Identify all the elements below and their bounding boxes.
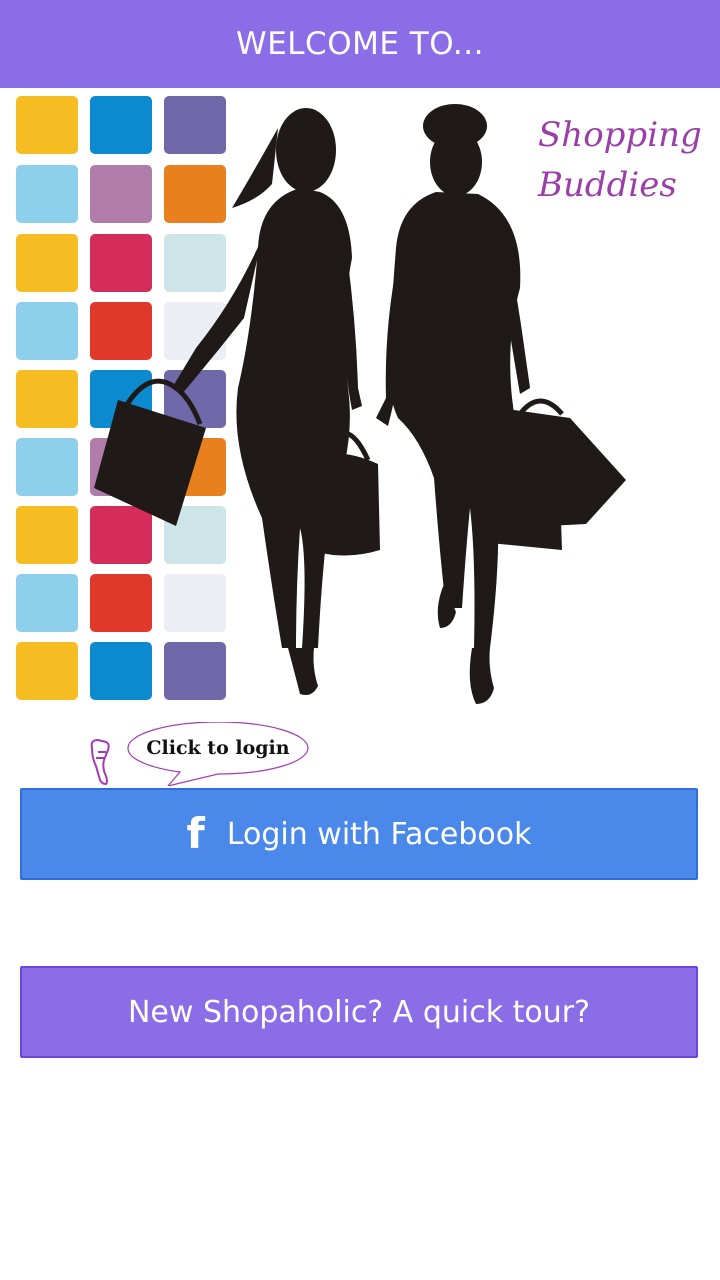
app-bar-title: WELCOME TO...: [236, 26, 484, 62]
login-hint-text: Click to login: [146, 737, 290, 759]
logo-line1: Shopping: [538, 115, 702, 155]
app-bar: WELCOME TO...: [0, 0, 720, 88]
color-tile-grid: [16, 96, 226, 700]
login-facebook-label: Login with Facebook: [226, 816, 532, 852]
app-logo: Shopping Buddies: [537, 115, 702, 205]
facebook-icon: f: [186, 809, 205, 858]
hero-illustration: Shopping Buddies: [16, 96, 702, 704]
quick-tour-button[interactable]: New Shopaholic? A quick tour?: [20, 966, 698, 1058]
pointing-hand-icon: [90, 738, 110, 786]
logo-line2: Buddies: [537, 165, 677, 205]
quick-tour-label: New Shopaholic? A quick tour?: [127, 994, 591, 1030]
login-hint: Click to login: [84, 722, 324, 786]
login-facebook-button[interactable]: f Login with Facebook: [20, 788, 698, 880]
hero-banner: Shopping Buddies: [0, 88, 720, 716]
